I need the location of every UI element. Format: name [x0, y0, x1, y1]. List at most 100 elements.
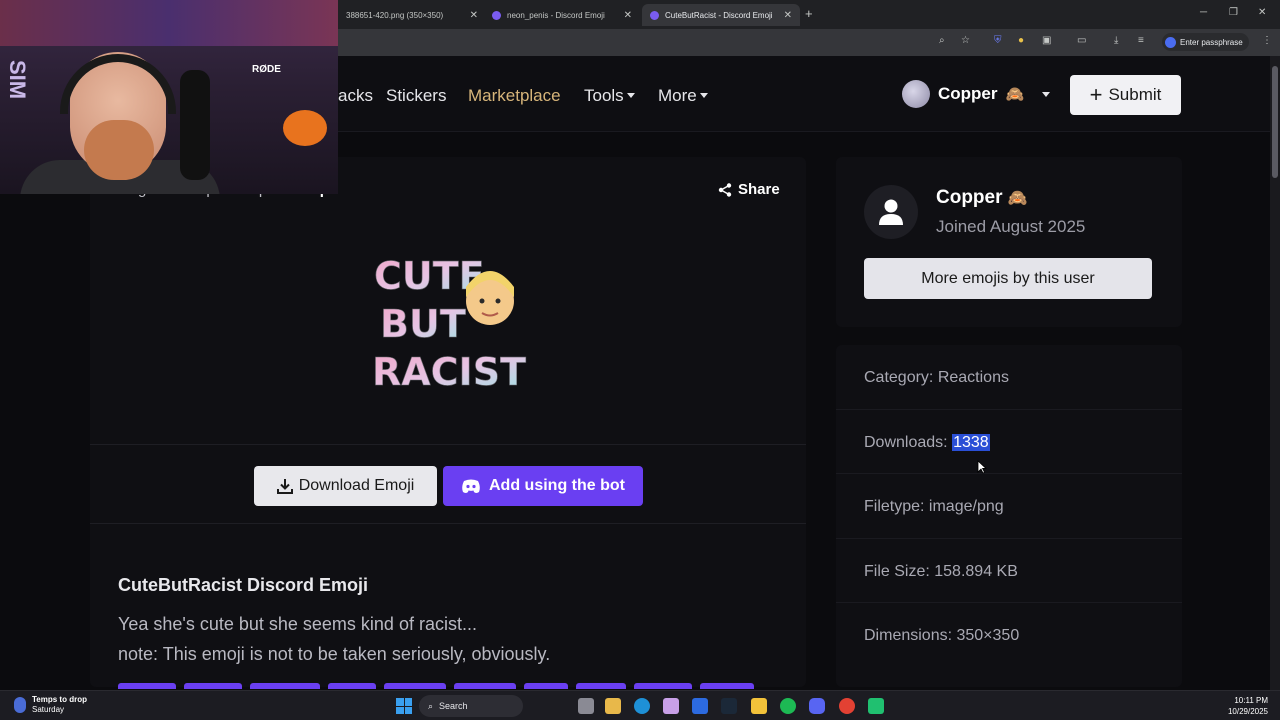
tag-row	[118, 683, 754, 689]
tab-search-icon[interactable]: ▭	[1077, 35, 1086, 46]
webcam-overlay: SIM RØDE	[0, 0, 338, 194]
clock[interactable]: 10:11 PM 10/29/2025	[1218, 695, 1268, 717]
meta-icon[interactable]	[692, 698, 708, 714]
tag-chip[interactable]	[454, 683, 516, 689]
extension-icon[interactable]: ●	[1018, 35, 1024, 46]
more-emojis-button[interactable]: More emojis by this user	[864, 258, 1152, 299]
minimize-icon[interactable]: ─	[1200, 7, 1207, 18]
uploader-name-text: Copper	[936, 187, 1003, 208]
tag-chip[interactable]	[184, 683, 242, 689]
star-icon[interactable]: ☆	[961, 35, 970, 46]
tag-chip[interactable]	[250, 683, 320, 689]
user-menu[interactable]: Copper 🙈	[902, 80, 1051, 108]
download-icon[interactable]: ⤓	[1114, 35, 1118, 46]
tab-png[interactable]: 388651-420.png (350×350) ✕	[338, 4, 486, 26]
discord-favicon-icon	[492, 10, 501, 20]
search-icon: ⌕	[428, 700, 434, 711]
tab-label: neon_penis - Discord Emoji	[507, 10, 605, 20]
start-icon[interactable]	[396, 698, 412, 714]
user-icon	[879, 199, 903, 225]
spotify-icon[interactable]	[780, 698, 796, 714]
profile-chip-label: Enter passphrase	[1180, 37, 1243, 47]
nav-stickers[interactable]: Stickers	[386, 86, 446, 106]
window-close-icon[interactable]: ✕	[1258, 7, 1266, 18]
kebab-menu-icon[interactable]: ⋮	[1262, 35, 1272, 46]
close-icon[interactable]: ✕	[624, 10, 632, 21]
emoji-art-line: RACIST	[372, 350, 526, 394]
divider	[836, 409, 1182, 410]
tag-chip[interactable]	[118, 683, 176, 689]
tab-cutebutracist[interactable]: CuteButRacist - Discord Emoji ✕	[642, 4, 800, 26]
caret-down-icon	[626, 93, 635, 98]
caret-down-icon	[699, 93, 708, 98]
tab-label: 388651-420.png (350×350)	[346, 10, 444, 20]
add-bot-button[interactable]: Add using the bot	[443, 466, 643, 506]
submit-button[interactable]: + Submit	[1070, 75, 1181, 115]
taskbar-search[interactable]: ⌕ Search	[419, 695, 523, 717]
maximize-icon[interactable]: ❐	[1229, 7, 1238, 18]
store-icon[interactable]	[605, 698, 621, 714]
divider	[836, 602, 1182, 603]
nav-packs[interactable]: acks	[338, 86, 373, 106]
info-label: Category:	[864, 369, 934, 386]
plus-icon: +	[1089, 82, 1103, 107]
close-icon[interactable]: ✕	[470, 10, 478, 21]
tag-chip[interactable]	[634, 683, 692, 689]
download-emoji-button[interactable]: Download Emoji	[254, 466, 437, 506]
tag-chip[interactable]	[328, 683, 376, 689]
emoji-preview: CUTE BUT RACIST	[90, 217, 806, 445]
chrome-icon[interactable]	[839, 698, 855, 714]
info-label: Downloads:	[864, 434, 948, 451]
steam-icon[interactable]	[721, 698, 737, 714]
copilot-icon[interactable]	[663, 698, 679, 714]
task-view-icon[interactable]	[578, 698, 594, 714]
webcam-sign: SIM	[5, 60, 30, 100]
dimensions-value: 350×350	[956, 627, 1020, 644]
discord-icon[interactable]	[809, 698, 825, 714]
pumpkin-icon	[283, 110, 327, 146]
edge-icon[interactable]	[634, 698, 650, 714]
new-tab-icon[interactable]: +	[805, 6, 813, 21]
info-dimensions: Dimensions: 350×350	[864, 627, 1019, 645]
tag-chip[interactable]	[700, 683, 754, 689]
folder-icon[interactable]	[751, 698, 767, 714]
tab-label: CuteButRacist - Discord Emoji	[665, 10, 773, 20]
mic-brand: RØDE	[252, 64, 281, 75]
taskbar: Temps to drop Saturday ⌕ Search 10:11 PM…	[0, 690, 1280, 720]
app-icon[interactable]	[868, 698, 884, 714]
description-line: note: This emoji is not to be taken seri…	[118, 644, 551, 664]
info-label: File Size:	[864, 563, 930, 580]
nav-more[interactable]: More	[658, 86, 708, 106]
divider	[836, 473, 1182, 474]
divider	[90, 523, 806, 524]
scrollbar-thumb[interactable]	[1272, 66, 1278, 178]
tag-chip[interactable]	[576, 683, 626, 689]
nav-marketplace[interactable]: Marketplace	[468, 86, 561, 106]
tag-chip[interactable]	[384, 683, 446, 689]
tab-neon[interactable]: neon_penis - Discord Emoji ✕	[484, 4, 640, 26]
caret-down-icon	[1042, 91, 1051, 97]
zoom-icon[interactable]: ⌕	[939, 35, 945, 46]
weather-line: Temps to drop	[32, 695, 87, 704]
close-icon[interactable]: ✕	[784, 10, 792, 21]
description-line: Yea she's cute but she seems kind of rac…	[118, 614, 477, 634]
emoji-art-line: BUT	[380, 302, 466, 346]
profile-chip[interactable]: Enter passphrase	[1162, 33, 1249, 51]
puzzle-icon[interactable]: ▣	[1042, 35, 1051, 46]
weather-widget[interactable]: Temps to drop Saturday	[14, 695, 87, 715]
tag-chip[interactable]	[524, 683, 568, 689]
download-icon	[276, 479, 293, 494]
shield-icon[interactable]: ⛨	[994, 35, 1002, 46]
share-button[interactable]: Share	[718, 181, 780, 198]
page-scrollbar[interactable]	[1270, 56, 1280, 690]
search-label: Search	[439, 701, 468, 711]
category-link[interactable]: Reactions	[938, 369, 1009, 386]
uploader-joined: Joined August 2025	[936, 217, 1086, 236]
emoji-info-card: Category: Reactions Downloads: 1338 File…	[836, 345, 1182, 687]
headset-icon	[60, 54, 176, 114]
media-icon[interactable]: ≡	[1138, 35, 1144, 46]
nav-tools[interactable]: Tools	[584, 86, 635, 106]
filesize-value: 158.894 KB	[934, 563, 1018, 580]
bot-label: Add using the bot	[489, 477, 625, 494]
download-label: Download Emoji	[298, 477, 415, 494]
